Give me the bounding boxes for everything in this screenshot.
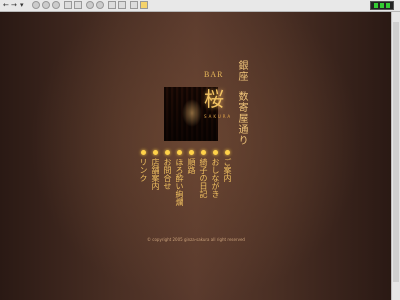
menu-item-links[interactable]: リンク: [138, 150, 152, 220]
home-icon[interactable]: [52, 1, 60, 9]
messenger-icon[interactable]: [140, 1, 148, 9]
menu-item-oshinagaki[interactable]: おしながき: [210, 150, 224, 220]
menu-item-shop-info[interactable]: 店舗案内: [150, 150, 164, 220]
favorites-icon[interactable]: [74, 1, 82, 9]
copyright-text: © copyright 2005 ginza-sakura all right …: [147, 237, 245, 242]
menu-bullet-icon: [225, 150, 230, 155]
edit-icon[interactable]: [118, 1, 126, 9]
stop-icon[interactable]: [32, 1, 40, 9]
location-line-1: 銀座: [236, 60, 247, 82]
print-icon[interactable]: [108, 1, 116, 9]
menu-item-route[interactable]: 順路: [186, 150, 200, 220]
menu-item-diary[interactable]: 綺子の日記: [198, 150, 212, 220]
menu-bullet-icon: [201, 150, 206, 155]
logo-kanji: 桜: [204, 89, 224, 111]
menu-bullet-icon: [153, 150, 158, 155]
browser-toolbar: ← → ▾: [0, 0, 400, 12]
refresh-icon[interactable]: [42, 1, 50, 9]
dropdown-icon[interactable]: ▾: [20, 1, 24, 9]
logo-subtitle: SAKURA: [204, 114, 233, 119]
vertical-scrollbar[interactable]: [391, 12, 400, 300]
location-line-2: 数寄屋通り: [236, 91, 247, 146]
forward-arrow-icon[interactable]: →: [11, 1, 17, 9]
menu-item-horoyoi[interactable]: ほろ酔い絢爛: [174, 150, 188, 220]
menu-bullet-icon: [141, 150, 146, 155]
menu-item-label[interactable]: リンク: [138, 158, 149, 182]
menu-bullet-icon: [177, 150, 182, 155]
menu-bullet-icon: [189, 150, 194, 155]
system-tray: [370, 1, 394, 10]
discuss-icon[interactable]: [130, 1, 138, 9]
menu-bullet-icon: [165, 150, 170, 155]
history-icon[interactable]: [86, 1, 94, 9]
menu-item-contact[interactable]: お問合せ: [162, 150, 176, 220]
menu-bullet-icon: [213, 150, 218, 155]
mail-icon[interactable]: [96, 1, 104, 9]
bar-label: BAR: [204, 70, 224, 79]
lamp-glow: [182, 99, 202, 127]
search-icon[interactable]: [64, 1, 72, 9]
scrollbar-thumb[interactable]: [393, 22, 399, 282]
menu-item-guide[interactable]: ご案内: [222, 150, 236, 220]
back-arrow-icon[interactable]: ←: [3, 1, 9, 9]
